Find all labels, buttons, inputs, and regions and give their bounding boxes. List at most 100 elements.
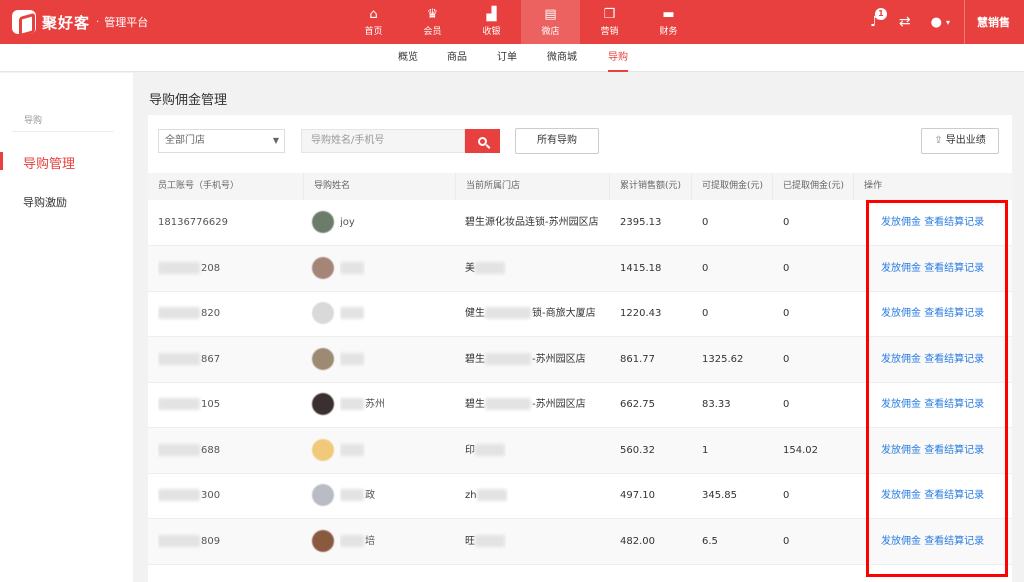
guide-name-cell: 苏州 xyxy=(340,382,385,427)
account-cell: 300 xyxy=(158,473,220,518)
withdrawable-cell: 83.33 xyxy=(702,399,731,410)
nav-label: 会员 xyxy=(423,26,442,37)
avatar xyxy=(312,211,334,233)
guide-name-cell xyxy=(340,337,365,382)
nav-item-member[interactable]: ♛ 会员 xyxy=(403,0,462,44)
export-button[interactable]: ⇪ 导出业绩 xyxy=(921,128,999,154)
actions-cell: 发放佣金 查看结算记录 xyxy=(881,382,984,427)
top-nav: ⌂ 首页 ♛ 会员 ▟ 收银 ▤ 微店 ❒ 营销 ▬ 财务 xyxy=(344,0,698,44)
page-title: 导购佣金管理 xyxy=(149,93,228,108)
store-cell: 碧生 -苏州园区店 xyxy=(465,398,586,410)
search-button[interactable] xyxy=(465,129,500,153)
nav-item-home[interactable]: ⌂ 首页 xyxy=(344,0,403,44)
store-cell: 印 xyxy=(465,428,506,473)
subnav-guide[interactable]: 导购 xyxy=(608,44,628,72)
home-icon: ⌂ xyxy=(369,6,378,22)
crown-icon: ♛ xyxy=(426,6,439,22)
search-icon xyxy=(478,136,487,146)
sub-nav: 概览 商品 订单 微商城 导购 xyxy=(0,44,1024,72)
redacted-block xyxy=(340,352,364,365)
notification-badge: 1 xyxy=(874,8,887,20)
view-settlement-records-link[interactable]: 查看结算记录 xyxy=(924,445,984,456)
view-settlement-records-link[interactable]: 查看结算记录 xyxy=(924,308,984,319)
view-settlement-records-link[interactable]: 查看结算记录 xyxy=(924,263,984,274)
table-row: 820 健生 锁-商旅大厦店 1220.43 0 0 发放佣金 查看结算记录 xyxy=(148,291,1012,337)
brand[interactable]: 聚好客 · 管理平台 xyxy=(12,9,148,35)
store-select[interactable]: 全部门店 ▼ xyxy=(158,129,285,153)
redacted-block xyxy=(475,261,505,274)
subnav-micromall[interactable]: 微商城 xyxy=(547,44,577,72)
withdrawable-cell: 345.85 xyxy=(702,490,737,501)
redacted-block xyxy=(158,534,200,547)
table-row: 18136776629 joy 碧生源化妆品连锁-苏州园区店 2395.13 0 0 发放佣… xyxy=(148,200,1012,246)
current-store[interactable]: 慧销售 xyxy=(964,0,1024,44)
subnav-orders[interactable]: 订单 xyxy=(497,44,517,72)
account-cell: 18136776629 xyxy=(158,217,228,228)
nav-item-cashier[interactable]: ▟ 收银 xyxy=(462,0,521,44)
column-header: 员工账号（手机号） xyxy=(158,181,240,191)
actions-cell: 发放佣金 查看结算记录 xyxy=(881,337,984,382)
view-settlement-records-link[interactable]: 查看结算记录 xyxy=(924,354,984,365)
pay-commission-link[interactable]: 发放佣金 xyxy=(881,445,921,456)
sidebar-item-guide-management[interactable]: 导购管理 xyxy=(23,153,75,172)
redacted-block xyxy=(340,398,364,410)
table-row: 867 碧生 -苏州园区店 861.77 1325.62 0 发放佣金 查看结算记录 xyxy=(148,336,1012,383)
redacted-block xyxy=(158,307,200,319)
withdrawable-cell: 0 xyxy=(702,308,709,319)
store-select-value: 全部门店 xyxy=(165,135,205,146)
pay-commission-link[interactable]: 发放佣金 xyxy=(881,536,921,547)
withdrawn-cell: 0 xyxy=(783,262,790,274)
redacted-block xyxy=(158,443,200,456)
store-cell: 旺 xyxy=(465,519,506,564)
sales-cell: 482.00 xyxy=(620,535,655,547)
guide-name-cell xyxy=(340,291,365,336)
view-settlement-records-link[interactable]: 查看结算记录 xyxy=(924,536,984,547)
search-input[interactable]: 导购姓名/手机号 xyxy=(301,129,465,153)
pay-commission-link[interactable]: 发放佣金 xyxy=(881,308,921,319)
sales-cell: 2395.13 xyxy=(620,217,662,228)
account-cell: 688 xyxy=(158,428,220,473)
store-cell: zh xyxy=(465,473,508,518)
brand-separator: · xyxy=(96,16,100,28)
column-header: 可提取佣金(元) xyxy=(691,173,772,200)
nav-item-microstore[interactable]: ▤ 微店 xyxy=(521,0,580,44)
subnav-overview[interactable]: 概览 xyxy=(398,44,418,72)
sales-cell: 560.32 xyxy=(620,444,655,456)
view-settlement-records-link[interactable]: 查看结算记录 xyxy=(924,217,984,228)
view-settlement-records-link[interactable]: 查看结算记录 xyxy=(924,399,984,410)
pay-commission-link[interactable]: 发放佣金 xyxy=(881,490,921,501)
sales-cell: 1220.43 xyxy=(620,308,662,319)
sales-cell: 662.75 xyxy=(620,399,655,410)
pay-commission-link[interactable]: 发放佣金 xyxy=(881,263,921,274)
notification-button[interactable]: ♪ 1 xyxy=(870,8,887,30)
pay-commission-link[interactable]: 发放佣金 xyxy=(881,354,921,365)
nav-item-finance[interactable]: ▬ 财务 xyxy=(639,0,698,44)
redacted-block xyxy=(158,261,200,274)
top-bar: 聚好客 · 管理平台 ⌂ 首页 ♛ 会员 ▟ 收银 ▤ 微店 ❒ 营销 ▬ 财务 xyxy=(0,0,1024,44)
all-guides-button[interactable]: 所有导购 xyxy=(515,128,599,154)
sidebar-item-guide-incentive[interactable]: 导购激励 xyxy=(23,194,67,210)
logo-icon xyxy=(12,10,36,34)
avatar xyxy=(312,393,334,415)
store-icon: ▤ xyxy=(544,6,557,22)
switch-icon[interactable]: ⇄ xyxy=(899,14,911,30)
table-header: 员工账号（手机号） 导购姓名 当前所属门店 累计销售额(元) 可提取佣金(元) … xyxy=(148,173,1012,200)
pay-commission-link[interactable]: 发放佣金 xyxy=(881,217,921,228)
redacted-block xyxy=(340,489,364,501)
pay-commission-link[interactable]: 发放佣金 xyxy=(881,399,921,410)
user-menu[interactable]: ● ▾ xyxy=(931,15,950,30)
subnav-products[interactable]: 商品 xyxy=(447,44,467,72)
nav-item-marketing[interactable]: ❒ 营销 xyxy=(580,0,639,44)
view-settlement-records-link[interactable]: 查看结算记录 xyxy=(924,490,984,501)
actions-cell: 发放佣金 查看结算记录 xyxy=(881,246,984,291)
redacted-block xyxy=(475,534,505,547)
redacted-block xyxy=(475,443,505,456)
withdrawn-cell: 0 xyxy=(783,217,790,228)
chevron-down-icon: ▼ xyxy=(272,136,279,145)
table-row: 809 培 旺 482.00 6.5 0 发放佣金 查看结算记录 xyxy=(148,518,1012,565)
withdrawn-cell: 0 xyxy=(783,535,790,547)
upload-icon: ⇪ xyxy=(934,135,946,146)
content-panel: 全部门店 ▼ 导购姓名/手机号 所有导购 ⇪ 导出业绩 员工账号（手机号） 导购… xyxy=(148,115,1012,582)
redacted-block xyxy=(485,307,531,319)
redacted-block xyxy=(158,489,200,501)
